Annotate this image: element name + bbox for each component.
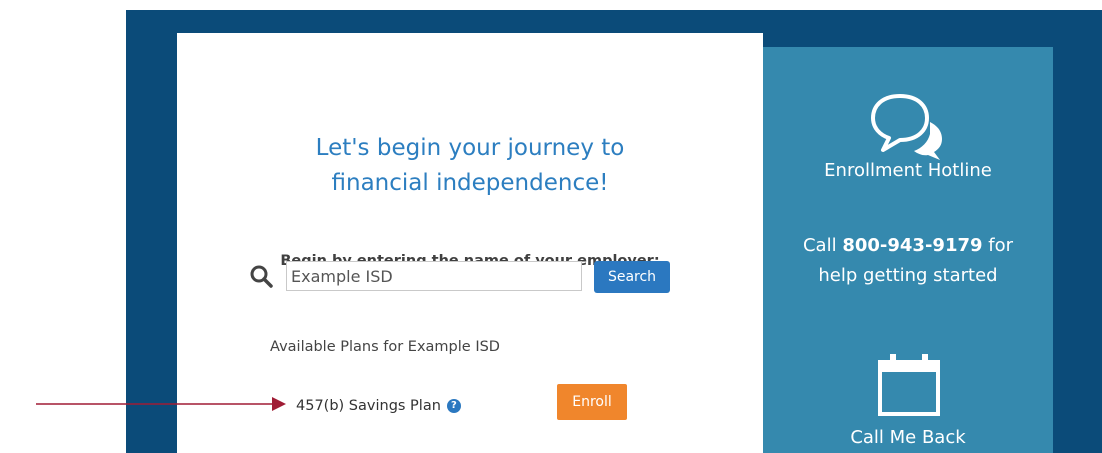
call-prefix: Call [802, 235, 837, 256]
arrow-right-icon [36, 397, 286, 411]
chat-bubbles-icon [871, 94, 942, 160]
call-me-back-link[interactable]: Call Me Back [763, 427, 1053, 448]
page-title: Let's begin your journey to financial in… [177, 131, 763, 201]
calendar-icon[interactable] [876, 352, 942, 418]
call-suffix: for [988, 235, 1013, 256]
search-icon [250, 265, 273, 288]
available-plans-heading: Available Plans for Example ISD [270, 339, 500, 355]
hotline-title: Enrollment Hotline [824, 160, 992, 181]
search-button[interactable]: Search [594, 261, 670, 293]
hotline-sidebar: Enrollment Hotline Call 800-943-9179 for… [763, 47, 1053, 453]
plan-name: 457(b) Savings Plan [296, 398, 441, 414]
enroll-button[interactable]: Enroll [557, 384, 627, 420]
phone-number[interactable]: 800-943-9179 [842, 235, 982, 256]
help-text: help getting started [818, 265, 998, 286]
plan-row: 457(b) Savings Plan? [296, 398, 461, 414]
enrollment-card: Let's begin your journey to financial in… [177, 33, 763, 453]
question-circle-icon[interactable]: ? [446, 399, 461, 413]
headline-line-2: financial independence! [331, 170, 609, 196]
headline-line-1: Let's begin your journey to [315, 135, 625, 161]
hotline-text: Call 800-943-9179 for help getting start… [763, 231, 1053, 291]
employer-search-input[interactable] [286, 261, 582, 291]
